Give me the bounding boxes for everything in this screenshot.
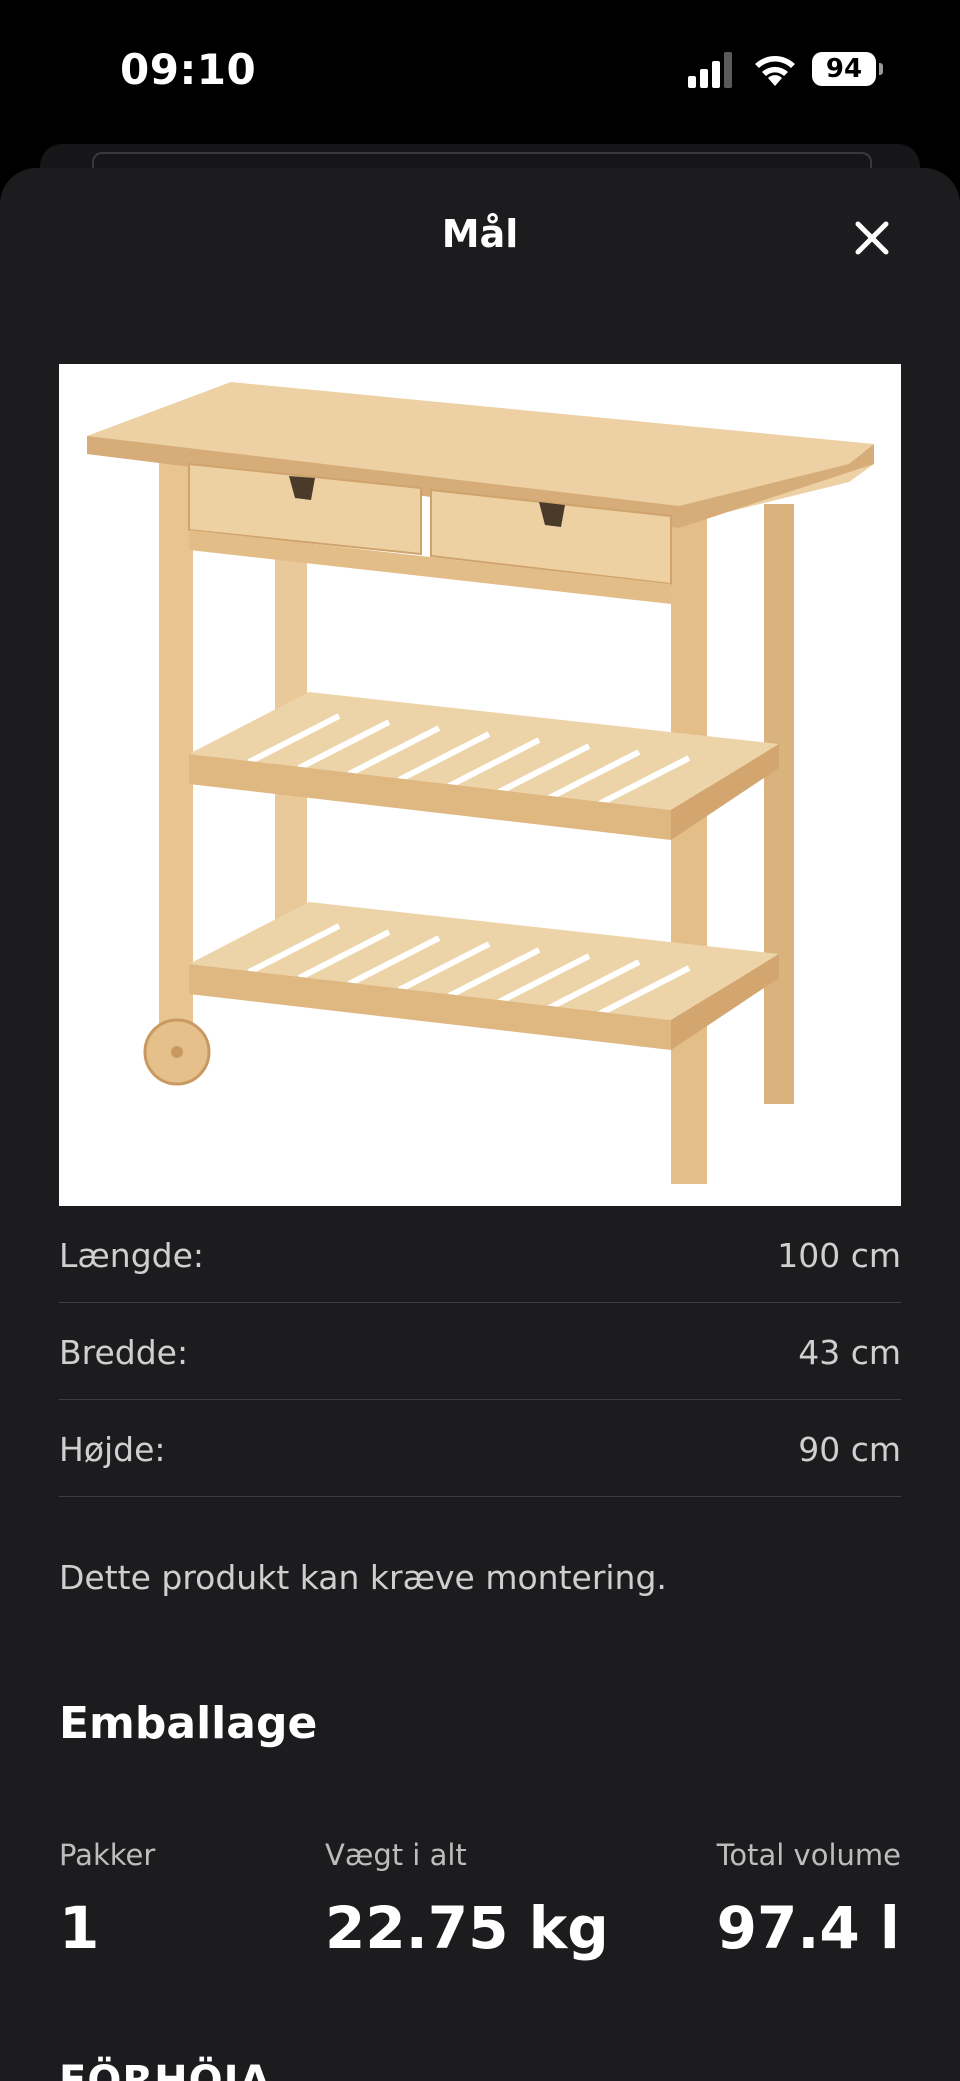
stat-label: Pakker bbox=[59, 1838, 156, 1872]
stat-value: 97.4 l bbox=[716, 1894, 900, 1962]
stat-value: 22.75 kg bbox=[325, 1894, 609, 1962]
dimensions-sheet: Mål Længde: 100 cm Bredde: 43 cm Højde: … bbox=[0, 168, 960, 2081]
dimensions-list: Længde: 100 cm Bredde: 43 cm Højde: 90 c… bbox=[59, 1206, 901, 1497]
dimension-label: Højde: bbox=[59, 1430, 166, 1469]
dimension-value: 43 cm bbox=[798, 1333, 901, 1372]
assembly-note: Dette produkt kan kræve montering. bbox=[59, 1558, 667, 1597]
kitchen-cart-illustration bbox=[87, 382, 874, 1184]
product-image bbox=[59, 364, 901, 1206]
dimension-value: 100 cm bbox=[777, 1236, 901, 1275]
stat-value: 1 bbox=[59, 1894, 100, 1962]
stat-label: Total volume bbox=[716, 1838, 901, 1872]
dimension-row-width: Bredde: 43 cm bbox=[59, 1303, 901, 1400]
dimension-row-length: Længde: 100 cm bbox=[59, 1206, 901, 1303]
next-section-title: FÖRHÖJA bbox=[59, 2058, 272, 2081]
sheet-title: Mål bbox=[441, 212, 519, 256]
battery-icon: 94 bbox=[812, 52, 883, 86]
packages-stat: Pakker 1 bbox=[59, 1838, 155, 1962]
weight-stat: Vægt i alt 22.75 kg bbox=[325, 1838, 609, 1962]
dimension-label: Længde: bbox=[59, 1236, 205, 1275]
cellular-signal-icon bbox=[688, 52, 732, 88]
packaging-title: Emballage bbox=[59, 1698, 318, 1749]
close-icon[interactable] bbox=[848, 214, 896, 262]
stat-label: Vægt i alt bbox=[325, 1838, 467, 1872]
status-time: 09:10 bbox=[120, 45, 257, 94]
wifi-icon bbox=[755, 56, 795, 86]
volume-stat: Total volume 97.4 l bbox=[717, 1838, 901, 1962]
dimension-label: Bredde: bbox=[59, 1333, 189, 1372]
dimension-row-height: Højde: 90 cm bbox=[59, 1400, 901, 1497]
dimension-value: 90 cm bbox=[798, 1430, 901, 1469]
status-bar: 09:10 94 bbox=[0, 0, 960, 140]
